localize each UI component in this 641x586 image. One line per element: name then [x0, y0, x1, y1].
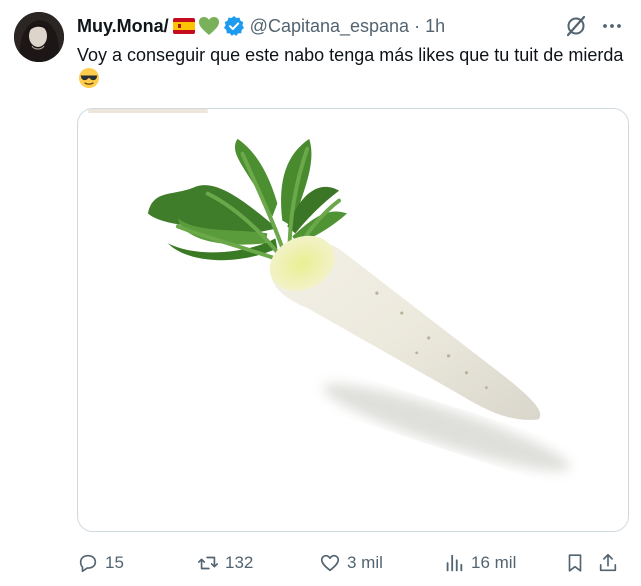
like-count: 3 mil	[347, 553, 383, 572]
views-count: 16 mil	[471, 553, 517, 572]
spain-flag-icon	[172, 18, 195, 34]
share-icon	[597, 552, 619, 574]
grok-icon[interactable]	[563, 13, 589, 39]
more-options-icon[interactable]	[599, 13, 625, 39]
reply-count: 15	[105, 553, 124, 572]
green-heart-icon	[198, 16, 220, 36]
tweet-text-content: Voy a conseguir que este nabo tenga más …	[77, 45, 624, 65]
author-handle[interactable]: @Capitana_espana	[250, 16, 409, 37]
bookmark-button[interactable]	[564, 552, 586, 574]
like-button[interactable]: 3 mil	[319, 552, 383, 574]
tweet-header: Muy.Mona/ @Capitana_espana · 1h	[77, 14, 625, 38]
tweet-media-image[interactable]	[77, 108, 629, 532]
bookmark-icon	[564, 552, 586, 574]
repost-icon	[197, 552, 219, 574]
verified-badge-icon[interactable]	[223, 15, 245, 37]
repost-count: 132	[225, 553, 254, 572]
reply-icon	[77, 552, 99, 574]
tweet-text: Voy a conseguir que este nabo tenga más …	[77, 43, 627, 91]
views-chart-icon	[443, 552, 465, 574]
author-name[interactable]: Muy.Mona/	[77, 16, 169, 37]
repost-button[interactable]: 132	[197, 552, 253, 574]
sunglasses-face-icon	[78, 67, 100, 89]
separator-dot: ·	[414, 15, 421, 36]
tweet-time[interactable]: 1h	[425, 16, 445, 37]
heart-icon	[319, 552, 341, 574]
tweet-action-bar: 15 132 3 mil 16 mil	[77, 548, 629, 578]
share-button[interactable]	[597, 552, 619, 574]
reply-button[interactable]: 15	[77, 552, 124, 574]
views-button[interactable]: 16 mil	[443, 552, 516, 574]
avatar[interactable]	[14, 12, 64, 62]
